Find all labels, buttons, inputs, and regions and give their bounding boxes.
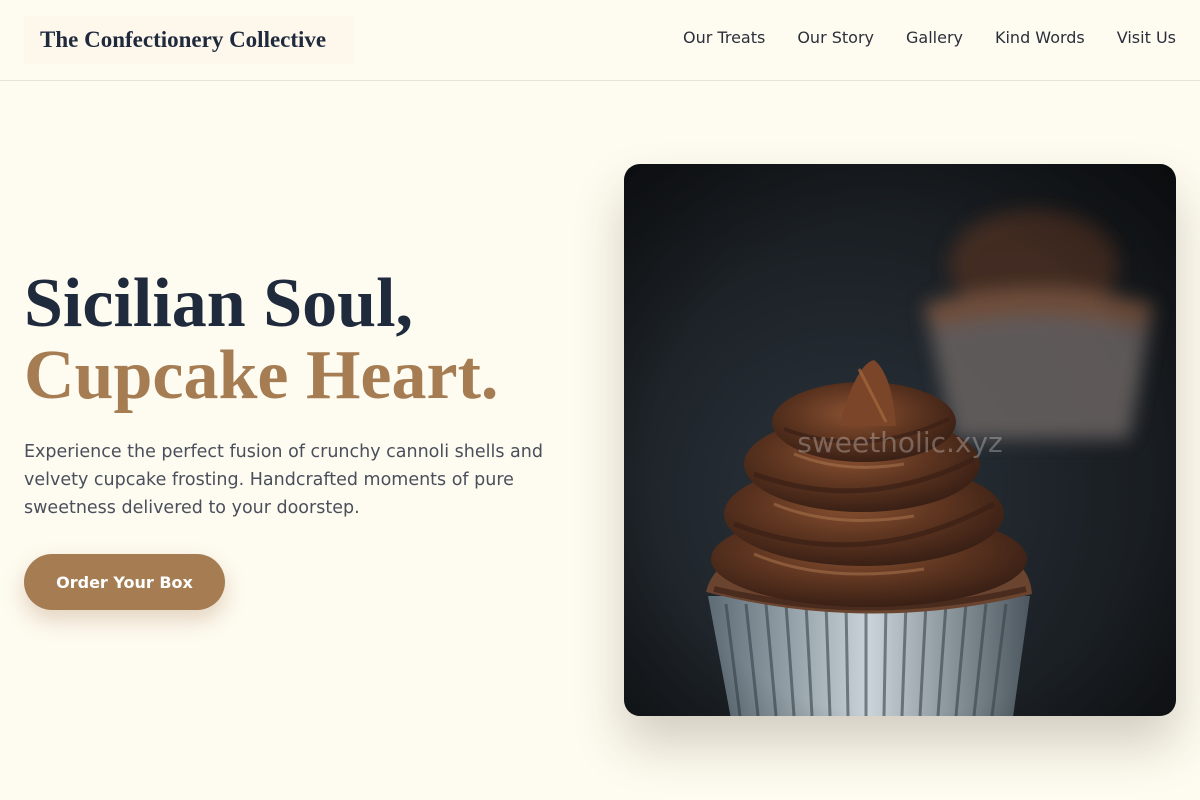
hero-description: Experience the perfect fusion of crunchy…: [24, 442, 543, 518]
hero-title-line2: Cupcake Heart.: [24, 337, 499, 414]
image-watermark: sweetholic.xyz: [797, 426, 1003, 459]
nav-link-kind-words[interactable]: Kind Words: [995, 26, 1085, 50]
site-header: The Confectionery Collective Our Treats …: [0, 0, 1200, 81]
nav-link-our-story[interactable]: Our Story: [797, 26, 874, 50]
hero-cupcake-image: sweetholic.xyz: [624, 164, 1176, 716]
nav-link-our-treats[interactable]: Our Treats: [683, 26, 765, 50]
nav-link-gallery[interactable]: Gallery: [906, 26, 963, 50]
nav-link-visit-us[interactable]: Visit Us: [1117, 26, 1176, 50]
main-nav: Our Treats Our Story Gallery Kind Words …: [683, 26, 1176, 50]
hero-title: Sicilian Soul, Cupcake Heart.: [24, 268, 498, 412]
brand-logo[interactable]: The Confectionery Collective: [24, 16, 354, 64]
order-box-button[interactable]: Order Your Box: [24, 554, 225, 610]
hero-title-line1: Sicilian Soul,: [24, 265, 414, 342]
